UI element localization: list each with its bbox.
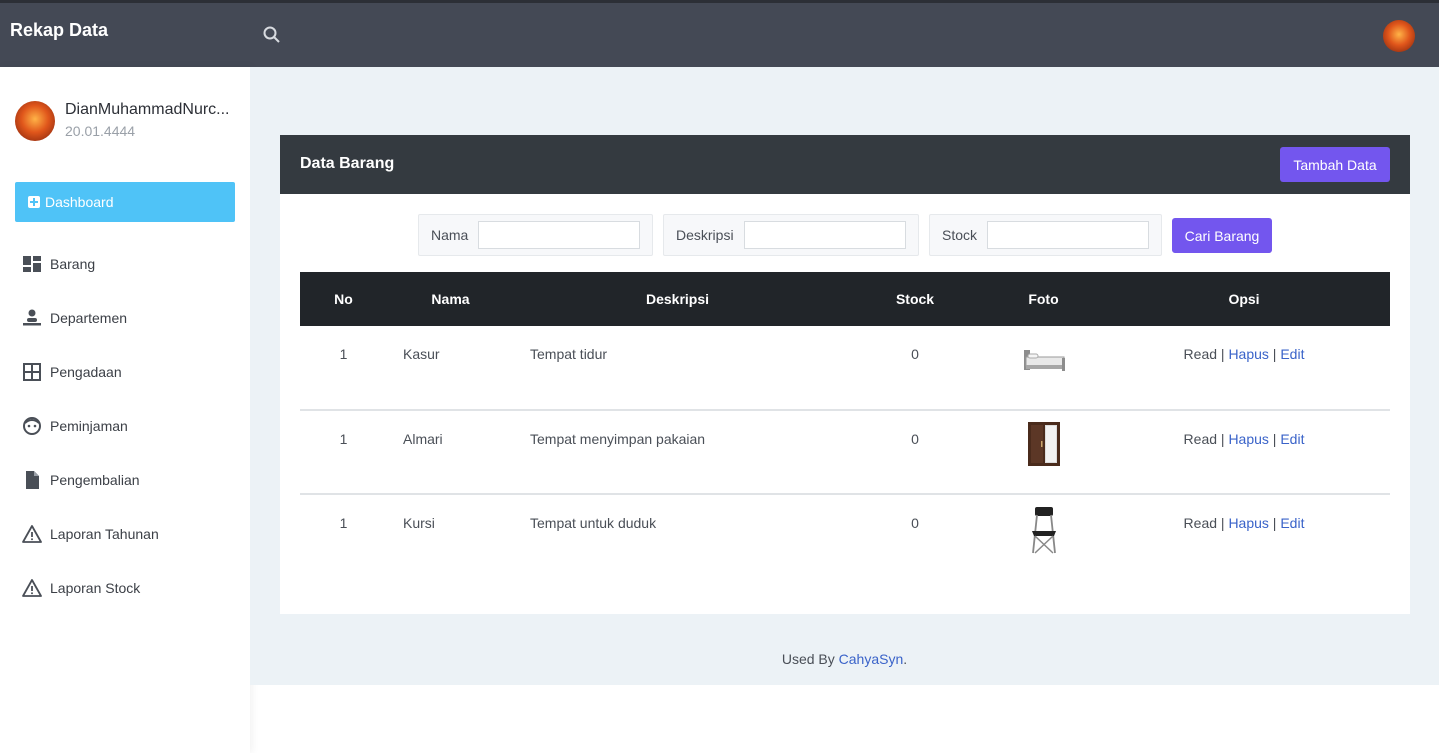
- edit-link[interactable]: Edit: [1280, 346, 1304, 362]
- cell-opsi: Read | Hapus | Edit: [1098, 494, 1390, 578]
- table-row: 1 Kasur Tempat tidur 0 Read | Hapus | Ed…: [300, 326, 1390, 410]
- cell-foto: [989, 494, 1098, 578]
- read-link[interactable]: Read: [1184, 431, 1217, 447]
- data-table: No Nama Deskripsi Stock Foto Opsi 1 Kasu…: [300, 272, 1390, 578]
- plus-square-icon: [28, 196, 40, 208]
- header-nama[interactable]: Nama: [387, 272, 514, 326]
- separator: |: [1220, 346, 1225, 362]
- hapus-link[interactable]: Hapus: [1228, 515, 1268, 531]
- search-icon[interactable]: [262, 25, 282, 45]
- chair-image: [1026, 505, 1062, 558]
- sidebar-item-label: Dashboard: [45, 194, 114, 210]
- header-stock[interactable]: Stock: [841, 272, 989, 326]
- header-foto[interactable]: Foto: [989, 272, 1098, 326]
- sidebar-item-label: Laporan Tahunan: [50, 526, 159, 542]
- cell-deskripsi: Tempat untuk duduk: [530, 515, 657, 531]
- table-row: 1 Kursi Tempat untuk duduk 0 Read | Hapu…: [300, 494, 1390, 578]
- card-header: Data Barang Tambah Data: [280, 135, 1410, 194]
- file-icon: [26, 471, 39, 489]
- warning-icon: [22, 579, 42, 597]
- separator: |: [1272, 515, 1277, 531]
- footer-prefix: Used By: [781, 651, 839, 667]
- stock-input[interactable]: [987, 221, 1150, 249]
- search-button[interactable]: Cari Barang: [1172, 218, 1272, 253]
- cell-nama: Almari: [403, 431, 443, 447]
- filter-stock-label: Stock: [942, 227, 978, 243]
- table-header-row: No Nama Deskripsi Stock Foto Opsi: [300, 272, 1390, 326]
- separator: |: [1220, 515, 1225, 531]
- sidebar-item-laporan-stock[interactable]: Laporan Stock: [22, 576, 140, 600]
- cell-foto: [989, 410, 1098, 494]
- cell-foto: [989, 326, 1098, 410]
- grid-icon: [23, 363, 41, 381]
- edit-link[interactable]: Edit: [1280, 515, 1304, 531]
- sidebar-item-label: Barang: [50, 256, 96, 272]
- page-title: Data Barang: [300, 155, 395, 172]
- table-row: 1 Almari Tempat menyimpan pakaian 0 Read…: [300, 410, 1390, 494]
- filter-stock: Stock: [929, 214, 1162, 256]
- footer-suffix: .: [903, 651, 908, 667]
- nama-input[interactable]: [478, 221, 641, 249]
- user-name: DianMuhammadNurc...: [65, 101, 230, 118]
- filter-deskripsi-label: Deskripsi: [676, 227, 734, 243]
- filter-nama-label: Nama: [431, 227, 469, 243]
- cell-stock: 0: [911, 515, 919, 531]
- sidebar-item-peminjaman[interactable]: Peminjaman: [22, 414, 128, 438]
- top-navbar: Rekap Data: [0, 0, 1439, 67]
- cell-stock: 0: [911, 346, 919, 362]
- separator: |: [1272, 431, 1277, 447]
- filter-deskripsi: Deskripsi: [663, 214, 919, 256]
- cell-stock: 0: [911, 431, 919, 447]
- sidebar: DianMuhammadNurc... 20.01.4444 Dashboard…: [0, 67, 250, 753]
- sidebar-item-pengembalian[interactable]: Pengembalian: [22, 468, 140, 492]
- cell-opsi: Read | Hapus | Edit: [1098, 326, 1390, 410]
- brand-title[interactable]: Rekap Data: [10, 20, 108, 41]
- avatar: [15, 101, 55, 141]
- deskripsi-input[interactable]: [743, 221, 906, 249]
- user-avatar-menu[interactable]: [1383, 20, 1415, 52]
- header-opsi[interactable]: Opsi: [1098, 272, 1390, 326]
- read-link[interactable]: Read: [1184, 346, 1217, 362]
- cell-opsi: Read | Hapus | Edit: [1098, 410, 1390, 494]
- separator: |: [1272, 346, 1277, 362]
- cell-deskripsi: Tempat tidur: [530, 346, 608, 362]
- cell-no: 1: [339, 431, 348, 447]
- sidebar-item-laporan-tahunan[interactable]: Laporan Tahunan: [22, 522, 159, 546]
- face-icon: [23, 417, 41, 435]
- footer: Used By CahyaSyn.: [250, 651, 1439, 667]
- footer-link[interactable]: CahyaSyn: [839, 651, 904, 667]
- user-id: 20.01.4444: [65, 123, 136, 139]
- cell-no: 1: [339, 346, 348, 362]
- sidebar-item-barang[interactable]: Barang: [22, 252, 95, 276]
- dashboard-grid-icon: [23, 256, 41, 272]
- header-deskripsi[interactable]: Deskripsi: [514, 272, 841, 326]
- edit-link[interactable]: Edit: [1280, 431, 1304, 447]
- hapus-link[interactable]: Hapus: [1228, 431, 1268, 447]
- main-content: Data Barang Tambah Data Nama Deskripsi S…: [250, 67, 1439, 685]
- sidebar-item-dashboard[interactable]: Dashboard: [15, 182, 235, 222]
- sidebar-item-departemen[interactable]: Departemen: [22, 306, 127, 330]
- person-desk-icon: [23, 309, 41, 326]
- read-link[interactable]: Read: [1184, 515, 1217, 531]
- filter-nama: Nama: [418, 214, 653, 256]
- bed-image: [1022, 346, 1066, 379]
- cell-no: 1: [339, 515, 348, 531]
- sidebar-item-label: Pengadaan: [50, 364, 122, 380]
- sidebar-item-label: Departemen: [50, 310, 128, 326]
- separator: |: [1220, 431, 1225, 447]
- header-no[interactable]: No: [300, 272, 387, 326]
- cell-deskripsi: Tempat menyimpan pakaian: [530, 431, 706, 447]
- data-card: Data Barang Tambah Data Nama Deskripsi S…: [280, 135, 1410, 614]
- add-data-button[interactable]: Tambah Data: [1280, 147, 1390, 182]
- sidebar-item-label: Laporan Stock: [50, 580, 141, 596]
- cell-nama: Kasur: [403, 346, 440, 362]
- sidebar-item-label: Peminjaman: [50, 418, 128, 434]
- cell-nama: Kursi: [403, 515, 435, 531]
- hapus-link[interactable]: Hapus: [1228, 346, 1268, 362]
- warning-icon: [22, 525, 42, 543]
- wardrobe-image: [1026, 421, 1062, 470]
- sidebar-item-pengadaan[interactable]: Pengadaan: [22, 360, 122, 384]
- sidebar-item-label: Pengembalian: [50, 472, 140, 488]
